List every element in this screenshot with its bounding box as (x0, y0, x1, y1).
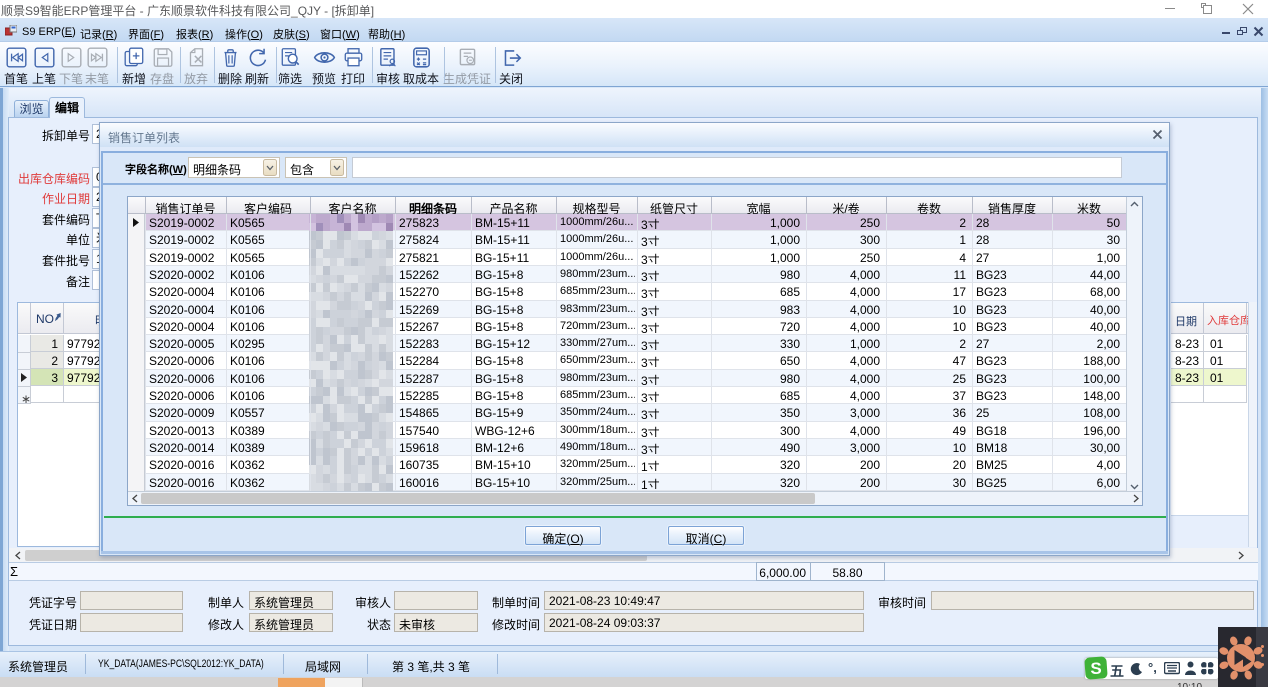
svg-text:S: S (1090, 659, 1101, 678)
